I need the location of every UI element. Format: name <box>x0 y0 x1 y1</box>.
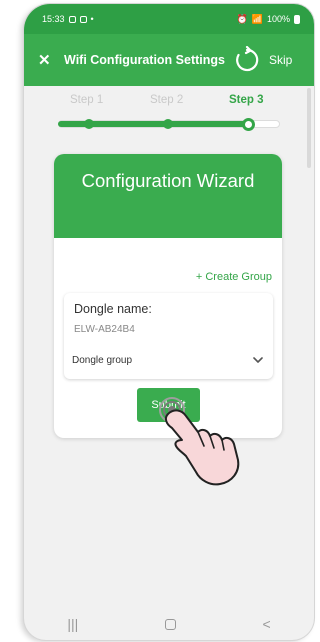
status-bar: 15:33 • ⏰ 📶 100% <box>24 4 314 34</box>
card-title: Configuration Wizard <box>81 170 255 191</box>
dongle-form: Dongle name: ELW-AB24B4 Dongle group <box>64 293 273 379</box>
dongle-group-select[interactable]: Dongle group <box>72 355 132 366</box>
alarm-icon: ⏰ <box>236 13 248 24</box>
stepper: Step 1 Step 2 Step 3 <box>24 86 314 146</box>
page-title: Wifi Configuration Settings <box>64 53 225 67</box>
step-2-dot <box>163 119 173 129</box>
tap-hand-icon <box>159 397 240 486</box>
create-group-link[interactable]: + Create Group <box>196 271 272 283</box>
step-2-label[interactable]: Step 2 <box>150 94 183 106</box>
back-icon[interactable]: < <box>262 616 270 632</box>
dongle-name-field[interactable]: ELW-AB24B4 <box>74 324 135 335</box>
home-icon[interactable] <box>164 618 176 630</box>
phone-frame: 15:33 • ⏰ 📶 100% ✕ Wifi Configuration Se… <box>24 4 314 640</box>
skip-button[interactable]: Skip <box>269 53 292 67</box>
gallery-icon <box>79 15 87 23</box>
notification-icon <box>68 15 76 23</box>
close-icon[interactable]: ✕ <box>38 51 58 69</box>
wifi-icon: 📶 <box>251 13 263 24</box>
status-time: 15:33 <box>42 14 65 24</box>
card-header: Configuration Wizard <box>54 154 282 238</box>
battery-icon <box>294 14 300 24</box>
recents-icon[interactable]: ||| <box>67 616 78 632</box>
dongle-name-label: Dongle name: <box>74 302 152 316</box>
step-1-label[interactable]: Step 1 <box>70 94 103 106</box>
dot-icon: • <box>90 14 94 24</box>
chevron-down-icon[interactable] <box>251 353 265 367</box>
status-left: 15:33 • <box>42 14 94 24</box>
system-nav-bar: ||| < <box>24 608 314 640</box>
scrollbar[interactable] <box>307 88 311 168</box>
step-3-label[interactable]: Step 3 <box>229 94 264 106</box>
refresh-icon[interactable] <box>233 46 261 74</box>
step-1-dot <box>84 119 94 129</box>
step-3-dot <box>242 117 255 131</box>
status-right: ⏰ 📶 100% <box>237 14 300 25</box>
battery-text: 100% <box>266 14 290 24</box>
app-bar: ✕ Wifi Configuration Settings Skip <box>24 34 314 86</box>
